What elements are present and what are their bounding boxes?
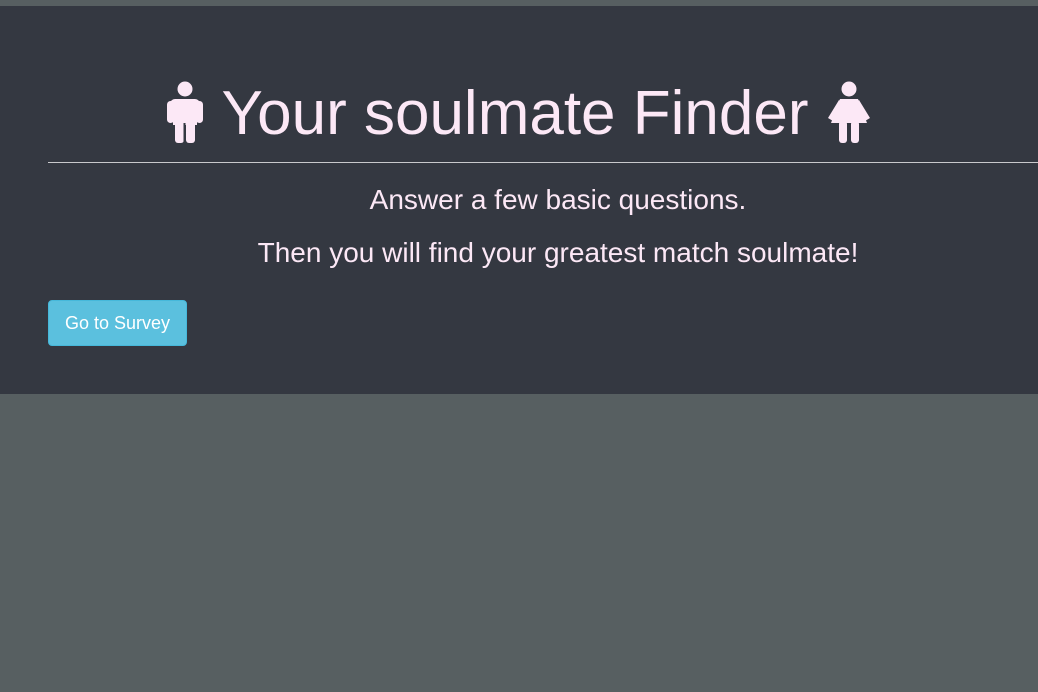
title-divider (48, 162, 1038, 163)
female-icon (825, 81, 873, 148)
go-to-survey-button[interactable]: Go to Survey (48, 300, 187, 346)
jumbotron: Your soulmate Finder Answer a few basic … (0, 6, 1038, 394)
male-icon (165, 81, 205, 148)
page-title: Your soulmate Finder (221, 79, 809, 148)
intro-line-2: Then you will find your greatest match s… (257, 237, 859, 268)
page-title-row: Your soulmate Finder (0, 72, 1038, 156)
intro-line-1: Answer a few basic questions. (369, 184, 747, 215)
